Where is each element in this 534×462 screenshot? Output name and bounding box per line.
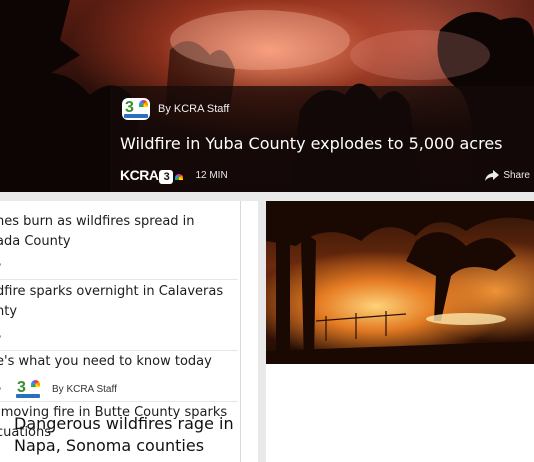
list-item-bullet bbox=[0, 263, 1, 266]
kcra-brand-logo: KCRA 3 bbox=[120, 167, 184, 184]
hero-timestamp: 12 MIN bbox=[195, 169, 228, 181]
kcra3-logo-icon: 3 bbox=[14, 378, 42, 400]
hero-headline[interactable]: Wildfire in Yuba County explodes to 5,00… bbox=[120, 134, 534, 153]
card-wildfire-image[interactable] bbox=[266, 201, 534, 364]
list-item-title[interactable]: dfire sparks overnight in Calaveras nty bbox=[0, 282, 232, 322]
hero-story[interactable]: 3 By KCRA Staff Wildfire in Yuba County … bbox=[0, 0, 534, 192]
story-card[interactable] bbox=[266, 201, 534, 462]
hero-author: By KCRA Staff bbox=[158, 103, 230, 115]
list-item[interactable]: dfire sparks overnight in Calaveras nty bbox=[0, 280, 238, 351]
card-byline: 3 By KCRA Staff bbox=[14, 378, 117, 400]
share-arrow-icon bbox=[485, 169, 500, 181]
share-button[interactable]: Share bbox=[485, 169, 530, 181]
list-item-bullet bbox=[0, 387, 1, 390]
card-image-scene bbox=[266, 201, 534, 364]
card-headline[interactable]: Dangerous wildfires rage in Napa, Sonoma… bbox=[14, 413, 264, 457]
card-author: By KCRA Staff bbox=[52, 383, 117, 395]
kcra3-logo-icon: 3 bbox=[122, 98, 150, 120]
hero-meta-row: KCRA 3 12 MIN Share bbox=[120, 166, 530, 184]
nbc-peacock-icon bbox=[175, 173, 184, 180]
list-item-title[interactable]: e's what you need to know today bbox=[0, 352, 232, 372]
list-item[interactable]: nes burn as wildfires spread in ada Coun… bbox=[0, 201, 238, 280]
hero-byline: 3 By KCRA Staff bbox=[122, 98, 229, 120]
list-item-bullet bbox=[0, 335, 1, 338]
list-item-title[interactable]: nes burn as wildfires spread in ada Coun… bbox=[0, 212, 232, 252]
